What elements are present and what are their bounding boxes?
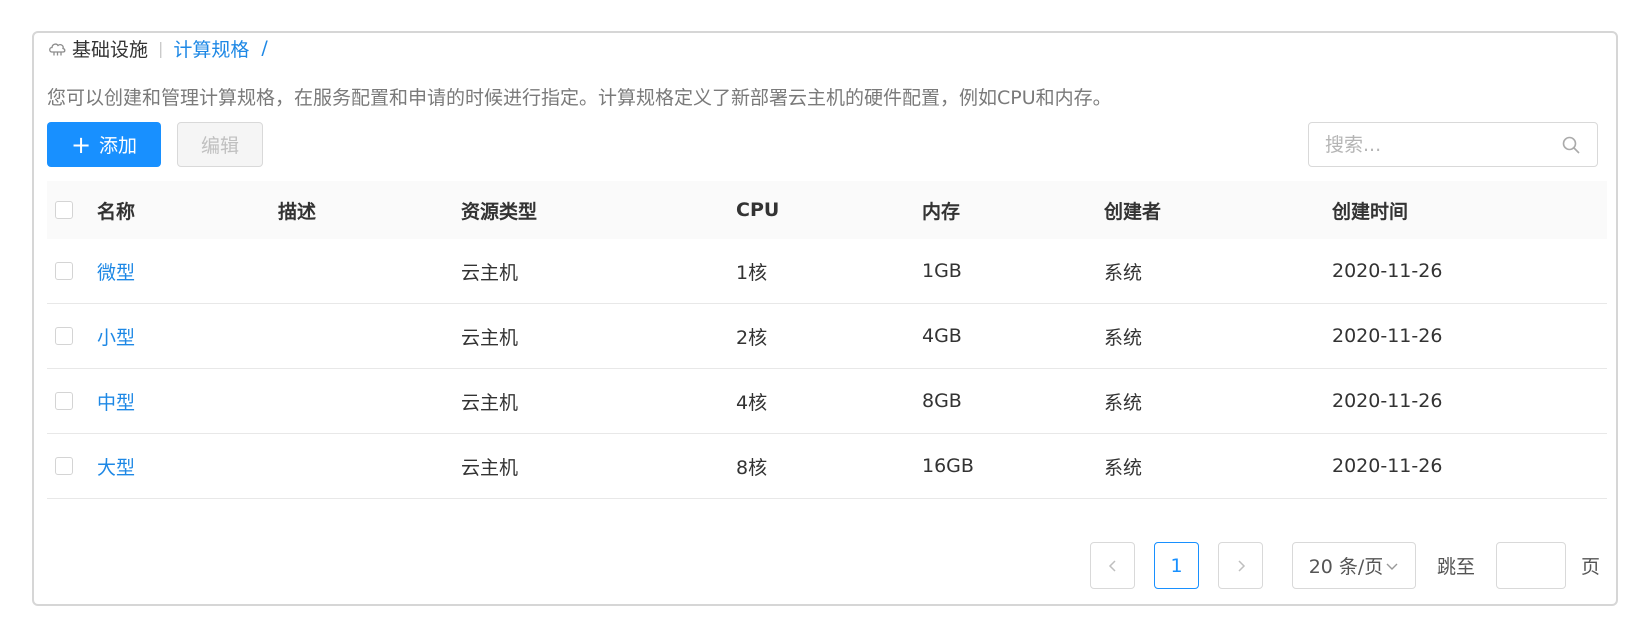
search-box [1308,122,1598,167]
header-select-all[interactable] [55,181,73,239]
page-description: 您可以创建和管理计算规格，在服务配置和申请的时候进行指定。计算规格定义了新部署云… [47,87,1112,109]
content-card: 基础设施 | 计算规格 / 您可以创建和管理计算规格，在服务配置和申请的时候进行… [32,31,1618,606]
column-header-description[interactable]: 描述 [278,181,316,239]
row-select[interactable] [55,369,73,433]
flavor-name-link[interactable]: 微型 [97,239,135,303]
edit-button-label: 编辑 [200,135,239,157]
breadcrumb-trail-slash: / [261,37,268,59]
flavor-creator: 系统 [1104,456,1143,479]
add-button[interactable]: + 添加 [47,122,161,167]
select-all-checkbox[interactable] [55,201,73,219]
flavor-cpu: 1核 [736,261,768,284]
table-row: 小型 云主机 2核 4GB 系统 2020-11-26 [47,304,1607,369]
flavor-created-time: 2020-11-26 [1332,325,1443,347]
flavor-cpu: 4核 [736,391,768,414]
flavor-cpu: 8核 [736,456,768,479]
flavor-created-time: 2020-11-26 [1332,260,1443,282]
breadcrumb-root[interactable]: 基础设施 [72,35,148,62]
plus-icon: + [70,130,92,159]
jump-to-page-input[interactable] [1496,542,1566,589]
flavor-name-link[interactable]: 大型 [97,434,135,498]
breadcrumb: 基础设施 | 计算规格 / [47,35,268,61]
flavor-table: 名称 描述 资源类型 CPU 内存 创建者 创建时间 微型 云主机 1核 1GB… [47,181,1607,499]
flavor-creator: 系统 [1104,326,1143,349]
column-header-resource-type[interactable]: 资源类型 [461,181,537,239]
row-checkbox[interactable] [55,262,73,280]
table-row: 微型 云主机 1核 1GB 系统 2020-11-26 [47,239,1607,304]
column-header-cpu[interactable]: CPU [736,181,779,239]
page-number-button[interactable]: 1 [1154,542,1199,589]
flavor-creator: 系统 [1104,391,1143,414]
column-header-created-time[interactable]: 创建时间 [1332,181,1408,239]
flavor-cpu: 2核 [736,326,768,349]
row-select[interactable] [55,434,73,498]
column-header-memory[interactable]: 内存 [922,181,960,239]
search-icon[interactable] [1561,135,1581,155]
flavor-creator: 系统 [1104,261,1143,284]
flavor-memory: 8GB [922,390,962,412]
row-select[interactable] [55,239,73,303]
chevron-left-icon [1108,559,1116,572]
flavor-memory: 1GB [922,260,962,282]
flavor-created-time: 2020-11-26 [1332,455,1443,477]
flavor-created-time: 2020-11-26 [1332,390,1443,412]
edit-button[interactable]: 编辑 [177,122,263,167]
chevron-right-icon [1237,559,1245,572]
pagination: 1 20 条/页 跳至 页 [0,542,1650,589]
column-header-creator[interactable]: 创建者 [1104,181,1161,239]
search-input[interactable] [1323,123,1561,166]
flavor-name-link[interactable]: 中型 [97,369,135,433]
flavor-resource-type: 云主机 [461,391,519,414]
flavor-name-link[interactable]: 小型 [97,304,135,368]
table-row: 大型 云主机 8核 16GB 系统 2020-11-26 [47,434,1607,499]
flavor-resource-type: 云主机 [461,261,519,284]
add-button-label: 添加 [99,135,138,157]
table-header: 名称 描述 资源类型 CPU 内存 创建者 创建时间 [47,181,1607,239]
prev-page-button[interactable] [1090,542,1135,589]
page-size-select[interactable]: 20 条/页 [1292,542,1416,589]
flavor-memory: 16GB [922,455,974,477]
row-checkbox[interactable] [55,327,73,345]
page-suffix-label: 页 [1581,556,1601,578]
chevron-down-icon [1386,563,1398,570]
row-checkbox[interactable] [55,457,73,475]
cloud-icon [49,43,66,56]
flavor-memory: 4GB [922,325,962,347]
next-page-button[interactable] [1218,542,1263,589]
page-size-value: 20 条/页 [1308,556,1384,578]
flavor-resource-type: 云主机 [461,326,519,349]
breadcrumb-current[interactable]: 计算规格 [173,35,249,62]
jump-to-label: 跳至 [1437,556,1476,578]
column-header-name[interactable]: 名称 [97,181,135,239]
row-select[interactable] [55,304,73,368]
breadcrumb-separator: | [158,38,164,58]
row-checkbox[interactable] [55,392,73,410]
table-row: 中型 云主机 4核 8GB 系统 2020-11-26 [47,369,1607,434]
flavor-resource-type: 云主机 [461,456,519,479]
